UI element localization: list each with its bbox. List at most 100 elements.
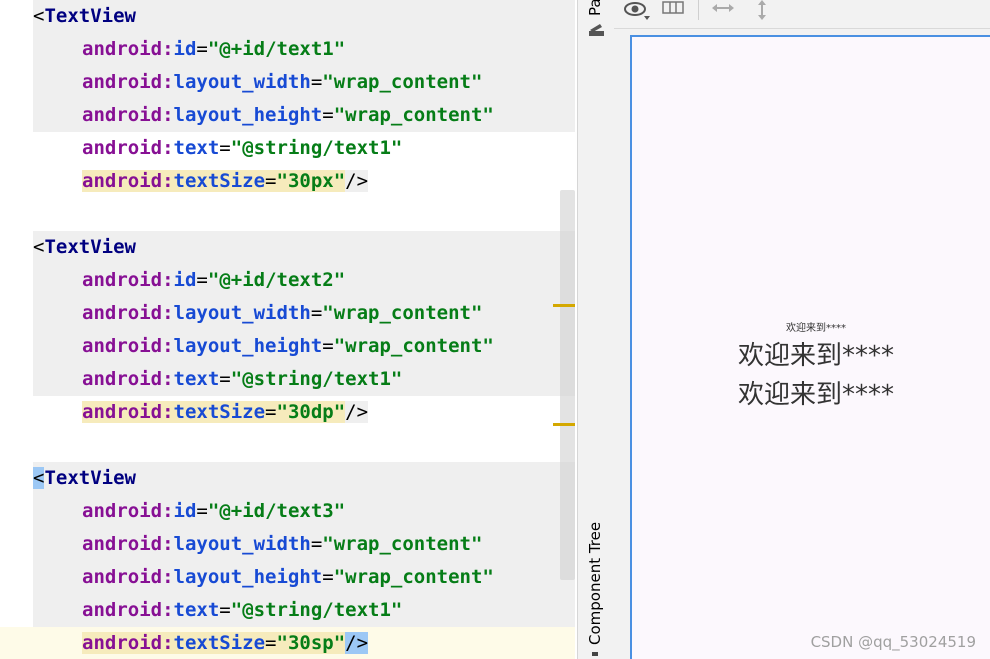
xml-attribute[interactable]: android:layout_width="wrap_content" — [82, 66, 482, 99]
layout-preview-canvas[interactable]: 欢迎来到**** 欢迎来到**** 欢迎来到**** — [630, 35, 990, 659]
xml-open-tag[interactable]: <TextView — [33, 0, 136, 33]
attr-namespace: android — [82, 401, 163, 423]
attr-colon: : — [162, 401, 174, 423]
gutter-cell — [0, 297, 33, 330]
code-line-body: android:text="@string/text1" — [33, 594, 575, 627]
xml-attribute[interactable]: android:layout_width="wrap_content" — [82, 297, 482, 330]
attr-equals: = — [219, 368, 231, 390]
attribute-key: android:text — [82, 368, 219, 390]
xml-attribute[interactable]: android:text="@string/text1" — [82, 363, 402, 396]
code-line: <TextView — [0, 231, 577, 264]
code-line-body: android:textSize="30dp"/> — [33, 396, 575, 429]
attribute-key: android:id — [82, 38, 196, 60]
vertical-resize-icon[interactable] — [754, 0, 770, 22]
code-line-body: android:layout_height="wrap_content" — [33, 561, 575, 594]
attr-equals: = — [310, 302, 323, 324]
code-line: android:layout_width="wrap_content" — [0, 66, 577, 99]
attr-value: "30px" — [276, 170, 346, 192]
attr-equals: = — [265, 401, 277, 423]
xml-open-tag[interactable]: <TextView — [33, 462, 136, 495]
xml-attribute[interactable]: android:text="@string/text1" — [82, 132, 402, 165]
attr-colon: : — [162, 368, 174, 390]
code-line-body: android:textSize="30sp"/> — [33, 627, 575, 659]
attr-namespace: android — [82, 632, 163, 654]
code-line-body: android:id="@+id/text2" — [33, 264, 575, 297]
preview-textview-dp[interactable]: 欢迎来到**** — [738, 335, 894, 372]
xml-attribute[interactable]: android:layout_width="wrap_content" — [82, 528, 482, 561]
code-line: android:textSize="30sp"/> — [0, 627, 577, 659]
attr-equals: = — [322, 104, 334, 126]
layers-icon[interactable] — [588, 22, 606, 38]
horizontal-resize-icon[interactable] — [711, 0, 735, 22]
attr-namespace: android — [82, 170, 163, 192]
xml-attribute[interactable]: android:id="@+id/text1" — [82, 33, 345, 66]
attr-value: "wrap_content" — [322, 302, 483, 324]
gutter-cell — [0, 231, 33, 264]
attr-equals: = — [219, 137, 231, 159]
tag-bracket: < — [33, 5, 45, 27]
xml-attribute[interactable]: android:textSize="30sp"/> — [82, 627, 369, 659]
attr-value: "wrap_content" — [333, 335, 494, 357]
tab-indicator — [592, 652, 598, 656]
xml-code-editor[interactable]: <TextView android:id="@+id/text1" android:… — [0, 0, 577, 659]
code-line-body: android:layout_width="wrap_content" — [33, 528, 575, 561]
attr-colon: : — [162, 71, 174, 93]
xml-attribute[interactable]: android:id="@+id/text3" — [82, 495, 345, 528]
eye-icon[interactable] — [624, 0, 650, 22]
code-line-body: android:id="@+id/text3" — [33, 495, 575, 528]
attr-value: "@+id/text3" — [207, 500, 346, 522]
gutter-cell — [0, 396, 33, 429]
warning-marker[interactable] — [553, 423, 575, 426]
attr-colon: : — [162, 137, 174, 159]
xml-attribute[interactable]: android:textSize="30dp"/> — [82, 396, 369, 429]
attr-colon: : — [162, 335, 174, 357]
attr-name: layout_height — [173, 335, 323, 357]
gutter-cell — [0, 594, 33, 627]
gutter-cell — [0, 165, 33, 198]
xml-attribute[interactable]: android:text="@string/text1" — [82, 594, 402, 627]
attr-colon: : — [162, 170, 174, 192]
code-line-body: <TextView — [33, 231, 575, 264]
self-close-bracket: /> — [345, 632, 369, 654]
attr-namespace: android — [82, 335, 163, 357]
xml-attribute[interactable]: android:layout_height="wrap_content" — [82, 561, 494, 594]
tag-name: TextView — [44, 5, 136, 27]
xml-attribute[interactable]: android:textSize="30px"/> — [82, 165, 369, 198]
gutter-cell — [0, 528, 33, 561]
tag-name: TextView — [44, 236, 136, 258]
code-line: android:layout_height="wrap_content" — [0, 561, 577, 594]
code-line: android:textSize="30px"/> — [0, 165, 577, 198]
editor-scrollbar[interactable] — [560, 190, 575, 580]
code-line-body: android:layout_width="wrap_content" — [33, 297, 575, 330]
attr-colon: : — [162, 104, 174, 126]
tag-name: TextView — [44, 467, 136, 489]
component-tree-tab[interactable]: Component Tree — [586, 522, 604, 645]
self-close-bracket: /> — [345, 401, 369, 423]
attribute-key: android:textSize — [82, 170, 266, 192]
gutter-cell — [0, 264, 33, 297]
code-line-body: android:text="@string/text1" — [33, 132, 575, 165]
code-line: android:id="@+id/text1" — [0, 33, 577, 66]
attr-colon: : — [162, 269, 174, 291]
attr-namespace: android — [82, 500, 163, 522]
xml-open-tag[interactable]: <TextView — [33, 231, 136, 264]
tag-bracket: < — [33, 236, 45, 258]
attr-name: layout_height — [173, 566, 323, 588]
columns-icon[interactable] — [662, 0, 684, 22]
palette-tab[interactable]: Pa — [586, 0, 604, 16]
attribute-key: android:layout_height — [82, 335, 322, 357]
warning-marker[interactable] — [553, 304, 575, 307]
attr-namespace: android — [82, 137, 163, 159]
preview-textview-px[interactable]: 欢迎来到**** — [786, 319, 846, 334]
attr-name: layout_width — [173, 533, 311, 555]
attribute-key: android:layout_height — [82, 104, 322, 126]
attr-name: layout_width — [173, 71, 311, 93]
xml-attribute[interactable]: android:layout_height="wrap_content" — [82, 330, 494, 363]
attr-value: "@string/text1" — [230, 137, 403, 159]
xml-attribute[interactable]: android:id="@+id/text2" — [82, 264, 345, 297]
preview-textview-sp[interactable]: 欢迎来到**** — [738, 374, 894, 411]
code-line: android:layout_height="wrap_content" — [0, 99, 577, 132]
attr-colon: : — [162, 500, 174, 522]
attr-equals: = — [322, 566, 334, 588]
xml-attribute[interactable]: android:layout_height="wrap_content" — [82, 99, 494, 132]
